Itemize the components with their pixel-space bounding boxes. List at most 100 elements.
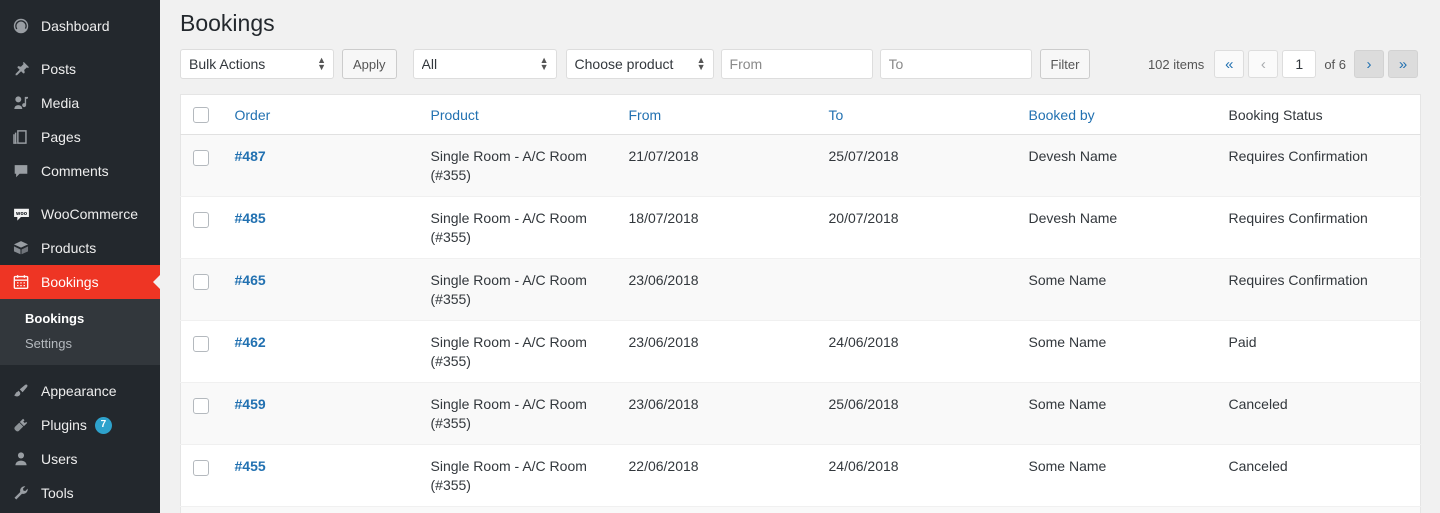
status-filter-select[interactable]: All bbox=[412, 49, 557, 79]
submenu-item-settings[interactable]: Settings bbox=[0, 331, 160, 356]
select-all-checkbox[interactable] bbox=[193, 107, 209, 124]
calendar-icon bbox=[11, 272, 31, 292]
order-cell: #455 bbox=[224, 444, 421, 508]
sidebar-item-bookings[interactable]: Bookings bbox=[0, 265, 160, 299]
sidebar-item-appearance[interactable]: Appearance bbox=[0, 374, 160, 408]
row-checkbox[interactable] bbox=[193, 211, 209, 228]
current-page-input[interactable] bbox=[1282, 50, 1317, 78]
date-from-input[interactable] bbox=[720, 49, 873, 79]
booking-status-cell: Canceled bbox=[1218, 506, 1421, 513]
row-checkbox[interactable] bbox=[193, 459, 209, 476]
column-header-booked-by[interactable]: Booked by bbox=[1018, 94, 1219, 136]
column-header-order[interactable]: Order bbox=[224, 94, 421, 136]
booking-status-cell: Requires Confirmation bbox=[1218, 196, 1421, 260]
status-filter-wrapper: All ▲ ▼ bbox=[412, 49, 557, 79]
product-id: (#355) bbox=[430, 291, 471, 308]
plugins-update-badge: 7 bbox=[94, 416, 112, 434]
last-page-button[interactable]: » bbox=[1388, 50, 1418, 78]
product-filter-select[interactable]: Choose product bbox=[565, 49, 714, 79]
sidebar-item-label: Comments bbox=[41, 163, 109, 179]
plug-icon bbox=[11, 415, 31, 435]
page-title: Bookings bbox=[180, 10, 275, 36]
sidebar-item-tools[interactable]: Tools bbox=[0, 476, 160, 510]
product-id: (#355) bbox=[430, 477, 471, 494]
to-cell: 24/06/2018 bbox=[818, 506, 1019, 513]
column-header-to[interactable]: To bbox=[818, 94, 1019, 136]
order-link[interactable]: #459 bbox=[235, 396, 266, 412]
row-checkbox[interactable] bbox=[193, 335, 209, 352]
from-cell: 23/06/2018 bbox=[618, 382, 819, 446]
column-header-from[interactable]: From bbox=[618, 94, 819, 136]
sidebar-item-label: Appearance bbox=[41, 383, 117, 399]
row-checkbox-cell bbox=[180, 506, 225, 513]
sidebar-item-comments[interactable]: Comments bbox=[0, 154, 160, 188]
order-cell: #462 bbox=[224, 320, 421, 384]
filter-button[interactable]: Filter bbox=[1039, 49, 1091, 79]
prev-page-button[interactable]: ‹ bbox=[1248, 50, 1279, 78]
product-cell: Single Room - A/C Room (#355) bbox=[420, 134, 619, 198]
sidebar-item-label: Posts bbox=[41, 61, 77, 77]
sidebar-item-label: WooCommerce bbox=[41, 206, 138, 222]
pagination: 102 items « ‹ of 6 › » bbox=[1148, 48, 1420, 80]
to-cell bbox=[818, 258, 1019, 322]
column-header-product[interactable]: Product bbox=[420, 94, 619, 136]
sidebar-item-plugins[interactable]: Plugins 7 bbox=[0, 408, 160, 442]
table-head: Order Product From To Booked by Booking … bbox=[180, 94, 1421, 136]
submenu-item-bookings[interactable]: Bookings bbox=[0, 306, 160, 331]
booked-by-cell: Some Name bbox=[1018, 506, 1219, 513]
table-row: #455Single Room - A/C Room(#355)22/06/20… bbox=[180, 506, 1421, 513]
sidebar-item-label: Dashboard bbox=[41, 18, 110, 34]
sidebar-item-label: Tools bbox=[41, 485, 74, 501]
from-cell: 23/06/2018 bbox=[618, 258, 819, 322]
order-link[interactable]: #462 bbox=[235, 334, 266, 350]
row-checkbox[interactable] bbox=[193, 149, 209, 166]
sidebar-item-pages[interactable]: Pages bbox=[0, 120, 160, 154]
order-link[interactable]: #485 bbox=[235, 210, 266, 226]
column-header-booking-status: Booking Status bbox=[1218, 94, 1421, 136]
order-link[interactable]: #487 bbox=[235, 148, 266, 164]
sidebar-group-dashboard: Dashboard bbox=[0, 9, 160, 43]
product-cell: Single Room - A/C Room (#355) bbox=[420, 320, 619, 384]
bookings-table: Order Product From To Booked by Booking … bbox=[180, 94, 1421, 513]
date-to-input[interactable] bbox=[879, 49, 1032, 79]
sidebar-item-woocommerce[interactable]: woo WooCommerce bbox=[0, 197, 160, 231]
apply-button[interactable]: Apply bbox=[342, 49, 397, 79]
order-link[interactable]: #455 bbox=[235, 458, 266, 474]
next-page-button[interactable]: › bbox=[1354, 50, 1384, 78]
product-cell: Single Room - A/C Room (#355) bbox=[420, 196, 619, 260]
dashboard-icon bbox=[11, 16, 31, 36]
order-link[interactable]: #465 bbox=[235, 272, 266, 288]
sidebar-separator-1 bbox=[0, 43, 160, 52]
brush-icon bbox=[11, 381, 31, 401]
product-id: (#355) bbox=[430, 415, 471, 432]
booked-by-cell: Some Name bbox=[1018, 382, 1219, 446]
sidebar-item-media[interactable]: Media bbox=[0, 86, 160, 120]
row-checkbox-cell bbox=[180, 196, 225, 260]
row-checkbox-cell bbox=[180, 320, 225, 384]
comment-icon bbox=[11, 161, 31, 181]
product-id: (#355) bbox=[430, 353, 471, 370]
product-name: Single Room - A/C Room bbox=[430, 210, 587, 227]
admin-page: Dashboard Posts Media Pages Comments woo… bbox=[0, 0, 1440, 513]
sidebar-item-users[interactable]: Users bbox=[0, 442, 160, 476]
products-icon bbox=[11, 238, 31, 258]
bulk-actions-select[interactable]: Bulk Actions bbox=[180, 49, 334, 79]
table-row: #462 Single Room - A/C Room (#355) 23/06/20… bbox=[180, 320, 1421, 384]
sidebar-item-dashboard[interactable]: Dashboard bbox=[0, 9, 160, 43]
sidebar-item-label: Plugins bbox=[41, 417, 87, 433]
product-name: Single Room - A/C Room bbox=[430, 396, 587, 413]
first-page-button[interactable]: « bbox=[1214, 50, 1245, 78]
from-cell: 18/07/2018 bbox=[618, 196, 819, 260]
sidebar-item-label: Bookings bbox=[41, 274, 99, 290]
row-checkbox[interactable] bbox=[193, 273, 209, 290]
sidebar-item-products[interactable]: Products bbox=[0, 231, 160, 265]
booked-by-cell: Devesh Name bbox=[1018, 196, 1219, 260]
table-body: #487 Single Room - A/C Room (#355) 21/07/20… bbox=[180, 134, 1421, 513]
active-item-arrow bbox=[153, 274, 160, 290]
row-checkbox[interactable] bbox=[193, 397, 209, 414]
total-pages-label: of 6 bbox=[1324, 56, 1346, 72]
sidebar-spacer-top bbox=[0, 0, 160, 9]
sidebar-item-posts[interactable]: Posts bbox=[0, 52, 160, 86]
booked-by-cell: Some Name bbox=[1018, 444, 1219, 508]
media-icon bbox=[11, 93, 31, 113]
